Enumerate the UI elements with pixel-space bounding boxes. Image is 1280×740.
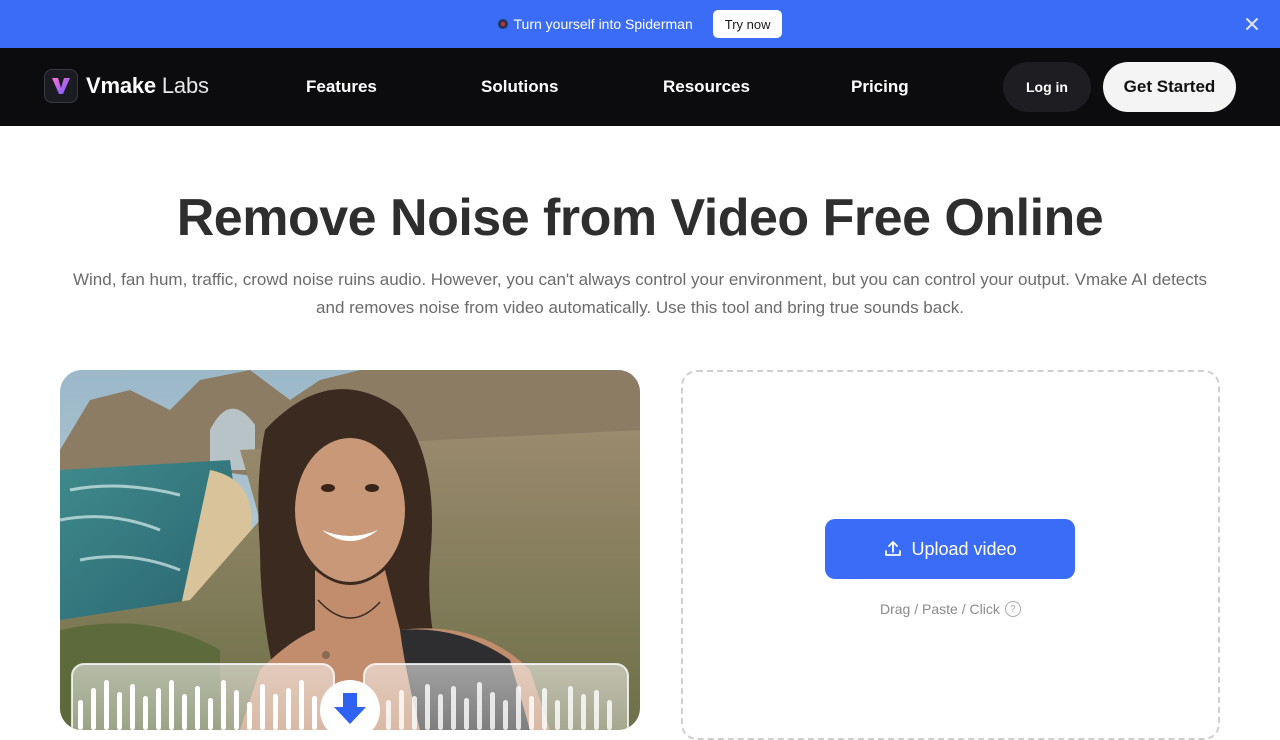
upload-video-label: Upload video <box>911 538 1017 559</box>
get-started-button[interactable]: Get Started <box>1103 62 1236 112</box>
nav-resources[interactable]: Resources <box>663 77 750 97</box>
brand-name-bold: Vmake <box>86 73 156 98</box>
close-icon[interactable] <box>1242 14 1262 34</box>
upload-video-button[interactable]: Upload video <box>825 519 1075 579</box>
demo-preview-image <box>60 370 640 730</box>
upload-hint-text: Drag / Paste / Click <box>880 601 1000 617</box>
try-now-button[interactable]: Try now <box>712 10 783 38</box>
announcement-message: Turn yourself into Spiderman <box>497 16 693 32</box>
help-icon[interactable]: ? <box>1004 601 1021 617</box>
main-navbar: Vmake Labs Features Solutions Resources … <box>0 48 1280 126</box>
nav-solutions[interactable]: Solutions <box>481 77 558 97</box>
login-button[interactable]: Log in <box>1003 62 1091 112</box>
brand-name-light: Labs <box>161 73 209 98</box>
announcement-text: Turn yourself into Spiderman <box>513 16 693 32</box>
announcement-bar: Turn yourself into Spiderman Try now <box>0 0 1280 48</box>
page-description: Wind, fan hum, traffic, crowd noise ruin… <box>72 270 1207 317</box>
nav-pricing[interactable]: Pricing <box>851 77 909 97</box>
upload-hint: Drag / Paste / Click ? <box>880 601 1021 617</box>
page-title: Remove Noise from Video Free Online <box>176 189 1104 247</box>
spider-icon <box>497 19 508 29</box>
brand-name: Vmake Labs <box>86 73 209 99</box>
upload-icon <box>885 541 902 556</box>
vmake-logo-icon <box>44 69 78 103</box>
nav-features[interactable]: Features <box>306 77 377 97</box>
brand-logo[interactable]: Vmake Labs <box>44 69 209 103</box>
